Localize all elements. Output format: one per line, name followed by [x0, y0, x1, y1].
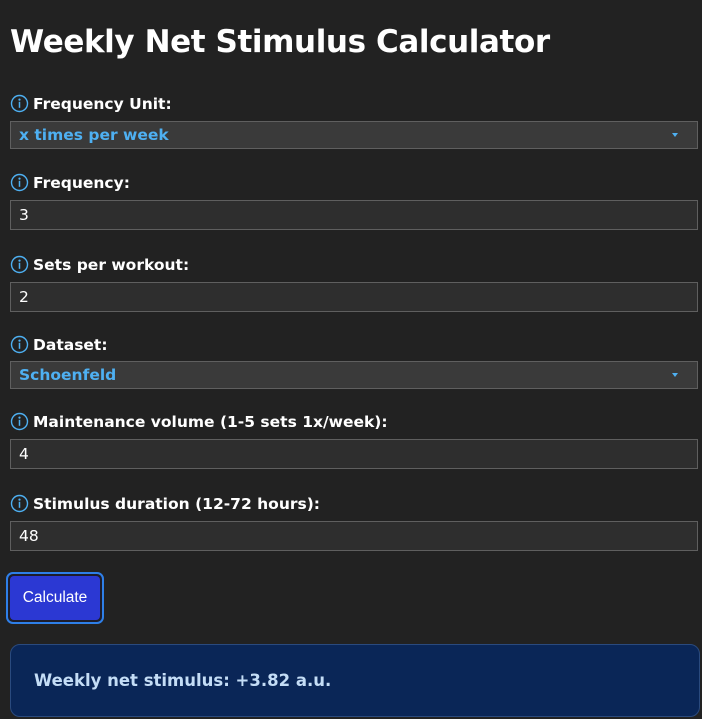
frequency-label: Frequency: [33, 173, 130, 192]
sets-per-workout-input[interactable]: 2 [10, 282, 698, 312]
caret-down-icon [672, 133, 678, 137]
frequency-unit-select[interactable]: x times per week [10, 121, 698, 149]
caret-down-icon [672, 373, 678, 377]
info-icon[interactable] [10, 173, 29, 192]
result-text: Weekly net stimulus: +3.82 a.u. [34, 671, 332, 690]
info-icon[interactable] [10, 494, 29, 513]
result-panel: Weekly net stimulus: +3.82 a.u. [10, 644, 700, 717]
sets-per-workout-value: 2 [19, 288, 29, 306]
frequency-input[interactable]: 3 [10, 200, 698, 230]
calculate-button[interactable]: Calculate [6, 572, 104, 624]
calculate-button-label: Calculate [10, 576, 100, 620]
page-title: Weekly Net Stimulus Calculator [10, 24, 550, 60]
frequency-label-row: Frequency: [10, 173, 130, 192]
maintenance-volume-label-row: Maintenance volume (1-5 sets 1x/week): [10, 412, 388, 431]
stimulus-duration-input[interactable]: 48 [10, 521, 698, 551]
calculator-page: Weekly Net Stimulus Calculator Frequency… [0, 0, 702, 719]
info-icon[interactable] [10, 94, 29, 113]
frequency-value: 3 [19, 206, 29, 224]
maintenance-volume-value: 4 [19, 445, 29, 463]
frequency-unit-label: Frequency Unit: [33, 94, 172, 113]
sets-per-workout-label: Sets per workout: [33, 255, 190, 274]
dataset-label: Dataset: [33, 335, 108, 354]
maintenance-volume-label: Maintenance volume (1-5 sets 1x/week): [33, 412, 388, 431]
frequency-unit-selected-value: x times per week [19, 126, 169, 144]
info-icon[interactable] [10, 335, 29, 354]
dataset-selected-value: Schoenfeld [19, 366, 117, 384]
dataset-label-row: Dataset: [10, 335, 108, 354]
stimulus-duration-label-row: Stimulus duration (12-72 hours): [10, 494, 320, 513]
info-icon[interactable] [10, 255, 29, 274]
sets-per-workout-label-row: Sets per workout: [10, 255, 189, 274]
stimulus-duration-value: 48 [19, 527, 39, 545]
dataset-select[interactable]: Schoenfeld [10, 361, 698, 389]
stimulus-duration-label: Stimulus duration (12-72 hours): [33, 494, 320, 513]
frequency-unit-label-row: Frequency Unit: [10, 94, 172, 113]
info-icon[interactable] [10, 412, 29, 431]
maintenance-volume-input[interactable]: 4 [10, 439, 698, 469]
